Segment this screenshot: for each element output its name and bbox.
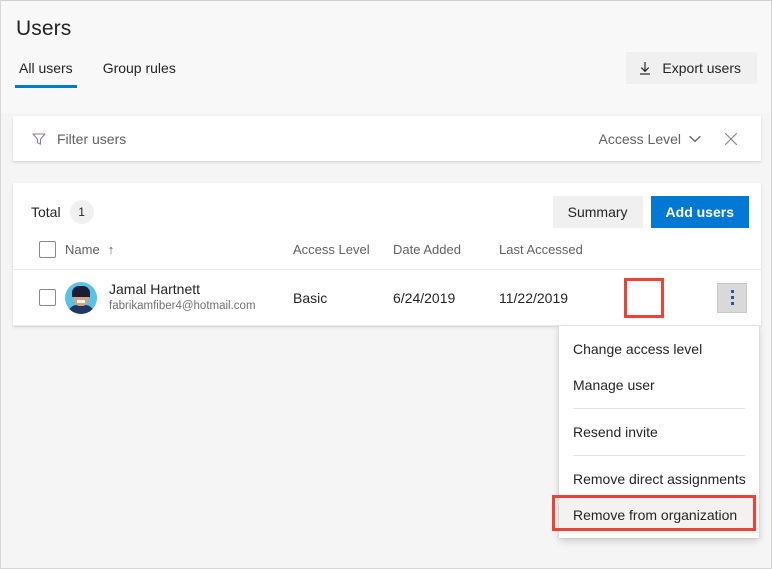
avatar (65, 281, 97, 314)
menu-divider-1 (573, 408, 745, 409)
chevron-down-icon (689, 135, 701, 143)
users-table-head: Name ↑ Access Level Date Added Last Acce… (13, 241, 761, 270)
last-accessed-column-header[interactable]: Last Accessed (499, 241, 629, 270)
access-level-dropdown[interactable]: Access Level (591, 125, 709, 153)
total-label: Total (31, 204, 61, 220)
kebab-dot-1 (730, 290, 734, 293)
menu-item-change-access-level[interactable]: Change access level (559, 331, 759, 367)
row-date-added: 6/24/2019 (393, 269, 499, 326)
menu-item-resend-invite[interactable]: Resend invite (559, 414, 759, 450)
menu-divider-2 (573, 455, 745, 456)
name-column-header[interactable]: Name ↑ (65, 241, 293, 270)
name-column-label: Name (65, 242, 100, 257)
row-checkbox[interactable] (39, 289, 56, 306)
user-display-name: Jamal Hartnett (109, 281, 201, 297)
tab-all-users-label: All users (19, 60, 73, 76)
users-page: Users All users Group rules Export users (0, 0, 772, 569)
sort-ascending-icon: ↑ (107, 242, 115, 257)
clear-filter-button[interactable] (715, 125, 747, 153)
page-title: Users (16, 17, 72, 40)
menu-item-manage-user[interactable]: Manage user (559, 367, 759, 403)
tab-all-users[interactable]: All users (15, 60, 77, 88)
export-users-label: Export users (662, 60, 741, 76)
user-email: fabrikamfiber4@hotmail.com (109, 300, 256, 312)
users-table: Name ↑ Access Level Date Added Last Acce… (13, 241, 761, 326)
actions-column-header (629, 241, 761, 270)
users-card: Total 1 Summary Add users Name ↑ Access … (13, 183, 761, 326)
row-last-accessed: 11/22/2019 (499, 269, 629, 326)
download-icon (638, 61, 652, 76)
toolbar-actions: Summary Add users (552, 196, 749, 228)
avatar-hair (72, 285, 90, 297)
avatar-mouth (77, 299, 85, 303)
date-added-column-header[interactable]: Date Added (393, 241, 499, 270)
access-level-label: Access Level (598, 130, 681, 147)
row-access-level: Basic (293, 269, 393, 326)
user-context-menu: Change access level Manage user Resend i… (559, 326, 759, 538)
menu-item-remove-direct-assignments[interactable]: Remove direct assignments (559, 461, 759, 497)
filter-controls: Access Level (591, 125, 761, 153)
select-all-header (13, 241, 65, 270)
filter-funnel-icon (31, 131, 47, 147)
summary-button[interactable]: Summary (552, 196, 643, 228)
tab-group-rules[interactable]: Group rules (99, 60, 180, 88)
kebab-dot-3 (730, 302, 734, 305)
select-all-checkbox[interactable] (39, 241, 56, 258)
users-table-body: Jamal Hartnett fabrikamfiber4@hotmail.co… (13, 269, 761, 326)
filter-bar: Filter users Access Level (13, 116, 761, 161)
filter-users-input[interactable]: Filter users (13, 131, 126, 147)
filter-users-placeholder: Filter users (57, 130, 127, 147)
tab-group-rules-label: Group rules (102, 60, 176, 76)
row-actions-cell (624, 269, 761, 326)
table-header-row: Name ↑ Access Level Date Added Last Acce… (13, 241, 761, 270)
add-users-button[interactable]: Add users (650, 196, 749, 228)
total-count-group: Total 1 (31, 200, 94, 224)
export-users-button[interactable]: Export users (626, 52, 757, 84)
close-icon (723, 131, 739, 147)
menu-item-remove-from-organization[interactable]: Remove from organization (559, 497, 759, 533)
total-count-badge: 1 (69, 200, 94, 224)
avatar-body (68, 304, 94, 314)
kebab-highlight-annotation (624, 277, 664, 318)
kebab-more-icon[interactable] (717, 282, 747, 313)
kebab-dot-2 (730, 296, 734, 299)
table-row[interactable]: Jamal Hartnett fabrikamfiber4@hotmail.co… (13, 269, 761, 326)
row-select-cell (13, 269, 65, 326)
page-header: Users All users Group rules Export users (1, 1, 771, 113)
row-name-cell: Jamal Hartnett fabrikamfiber4@hotmail.co… (65, 269, 293, 326)
users-toolbar: Total 1 Summary Add users (13, 183, 761, 241)
access-level-column-header[interactable]: Access Level (293, 241, 393, 270)
